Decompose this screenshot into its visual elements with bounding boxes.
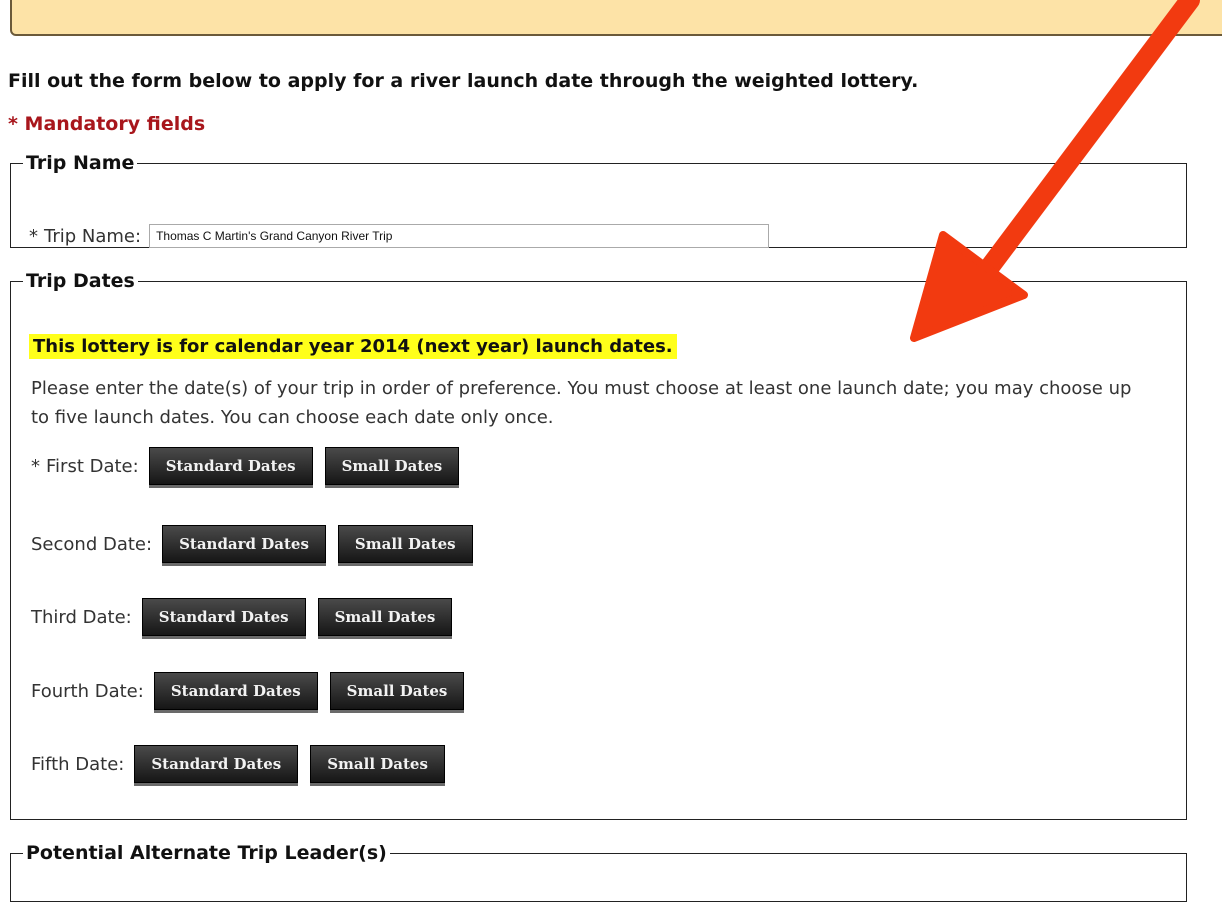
date-row-third: Third Date: Standard Dates Small Dates — [31, 598, 453, 636]
required-marker: * — [31, 455, 40, 477]
small-dates-button[interactable]: Small Dates — [337, 525, 473, 563]
standard-dates-button[interactable]: Standard Dates — [162, 525, 326, 563]
alternate-leader-legend: Potential Alternate Trip Leader(s) — [26, 842, 387, 864]
trip-name-legend: Trip Name — [26, 152, 135, 174]
required-marker: * — [29, 225, 38, 247]
date-row-fourth: Fourth Date: Standard Dates Small Dates — [31, 672, 465, 710]
lottery-year-highlight: This lottery is for calendar year 2014 (… — [29, 334, 677, 359]
date-label: First Date: — [46, 455, 139, 477]
date-row-second: Second Date: Standard Dates Small Dates — [31, 525, 473, 563]
small-dates-button[interactable]: Small Dates — [329, 672, 465, 710]
trip-name-input[interactable] — [149, 224, 770, 248]
trip-name-row: * Trip Name: — [29, 224, 770, 248]
trip-dates-legend: Trip Dates — [26, 270, 135, 292]
date-row-first: * First Date: Standard Dates Small Dates — [31, 447, 460, 485]
alternate-leader-fieldset: Potential Alternate Trip Leader(s) — [10, 842, 1187, 902]
date-label: Fifth Date: — [31, 753, 125, 775]
date-instructions: Please enter the date(s) of your trip in… — [31, 378, 1132, 428]
standard-dates-button[interactable]: Standard Dates — [141, 598, 306, 636]
standard-dates-button[interactable]: Standard Dates — [134, 745, 299, 783]
mandatory-fields-note: * Mandatory fields — [8, 113, 206, 135]
trip-name-fieldset: Trip Name * Trip Name: — [10, 152, 1187, 248]
small-dates-button[interactable]: Small Dates — [317, 598, 453, 636]
date-label: Fourth Date: — [31, 680, 144, 702]
date-label: Second Date: — [31, 533, 153, 555]
small-dates-button[interactable]: Small Dates — [324, 447, 460, 485]
standard-dates-button[interactable]: Standard Dates — [148, 447, 313, 485]
trip-name-label: Trip Name: — [44, 225, 142, 247]
date-label: Third Date: — [31, 606, 132, 628]
standard-dates-button[interactable]: Standard Dates — [153, 672, 318, 710]
date-row-fifth: Fifth Date: Standard Dates Small Dates — [31, 745, 445, 783]
notice-bar — [10, 0, 1222, 36]
small-dates-button[interactable]: Small Dates — [310, 745, 445, 783]
trip-dates-fieldset: Trip Dates This lottery is for calendar … — [10, 270, 1187, 820]
intro-text: Fill out the form below to apply for a r… — [8, 70, 919, 92]
